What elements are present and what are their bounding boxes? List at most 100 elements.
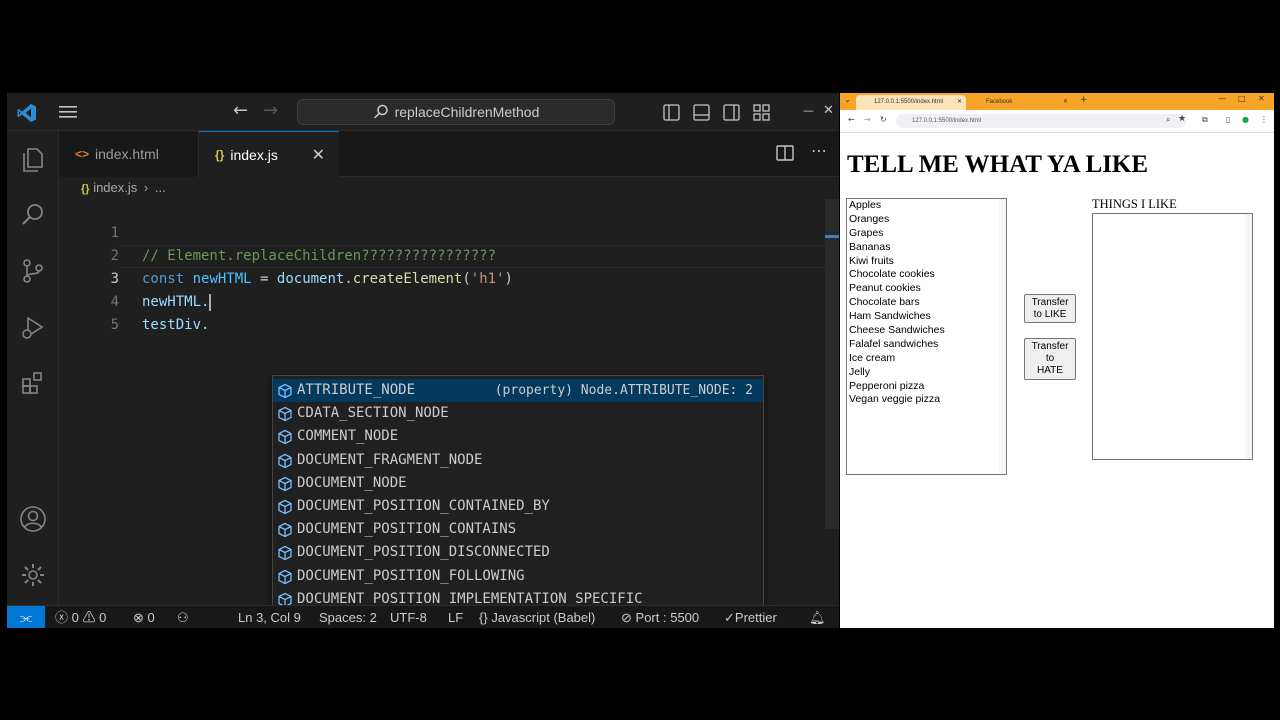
extensions-icon[interactable]: [19, 369, 47, 397]
toggle-primary-sidebar-icon[interactable]: [663, 104, 680, 121]
food-option[interactable]: Falafel sandwiches: [847, 338, 1006, 352]
property-icon: [277, 429, 293, 445]
toggle-secondary-sidebar-icon[interactable]: [723, 104, 740, 121]
extensions-icon[interactable]: ⧉: [1202, 115, 1208, 125]
minimize-icon[interactable]: —: [803, 103, 814, 119]
forward-icon[interactable]: →: [864, 115, 871, 124]
remote-indicator[interactable]: ⫘: [7, 606, 45, 628]
zoom-icon[interactable]: ⌕: [1166, 115, 1170, 125]
accounts-icon[interactable]: [19, 505, 47, 533]
minimize-icon[interactable]: —: [1218, 94, 1226, 103]
indentation[interactable]: Spaces: 2: [319, 606, 377, 628]
new-tab-icon[interactable]: +: [1080, 95, 1088, 105]
food-option[interactable]: Chocolate cookies: [847, 268, 1006, 282]
suggestion-label: DOCUMENT_POSITION_CONTAINED_BY: [297, 498, 550, 514]
tab-index-html[interactable]: <> index.html: [59, 131, 199, 177]
food-option[interactable]: Ham Sandwiches: [847, 310, 1006, 324]
menu-icon[interactable]: [59, 105, 77, 119]
list-scrollbar[interactable]: [999, 199, 1006, 474]
transfer-to-hate-button[interactable]: Transfer to HATE: [1024, 338, 1076, 380]
language-mode[interactable]: {} Javascript (Babel): [479, 606, 595, 628]
suggestion-item[interactable]: DOCUMENT_FRAGMENT_NODE: [273, 449, 763, 472]
run-debug-icon[interactable]: [19, 313, 47, 341]
food-option[interactable]: Vegan veggie pizza: [847, 393, 1006, 407]
like-list-label: THINGS I LIKE: [1092, 197, 1177, 211]
prettier-label: Prettier: [734, 610, 777, 625]
js-file-icon: {}: [81, 183, 90, 195]
close-tab-icon[interactable]: ✕: [312, 145, 325, 165]
debug-icon[interactable]: ⚇: [177, 606, 189, 628]
close-window-icon[interactable]: ✕: [823, 103, 834, 119]
prettier-indicator[interactable]: ✓Prettier: [724, 606, 777, 628]
property-icon: [277, 406, 293, 422]
suggestion-item[interactable]: DOCUMENT_POSITION_CONTAINED_BY: [273, 495, 763, 518]
live-server-port[interactable]: ⊘ Port : 5500: [621, 606, 699, 628]
profile-icon[interactable]: ●: [1242, 115, 1249, 124]
food-option[interactable]: Pepperoni pizza: [847, 380, 1006, 394]
food-list-select[interactable]: Apples Oranges Grapes Bananas Kiwi fruits Cho…: [846, 198, 1007, 475]
braces-icon: {}: [479, 610, 488, 625]
food-option[interactable]: Bananas: [847, 241, 1006, 255]
browser-tab-title: 127.0.0.1:5500/index.html: [874, 99, 944, 105]
more-actions-icon[interactable]: ⋯: [811, 141, 828, 160]
sidebar-icon[interactable]: ▯: [1226, 115, 1230, 124]
problems-indicator[interactable]: ⓧ 0 ⚠ 0: [55, 606, 106, 628]
close-window-icon[interactable]: ✕: [1258, 94, 1265, 103]
bookmark-star-icon[interactable]: ★: [1178, 114, 1186, 124]
address-bar[interactable]: 127.0.0.1:5500/index.html: [896, 114, 1186, 128]
line-ending[interactable]: LF: [448, 606, 463, 628]
url-text: 127.0.0.1:5500/index.html: [912, 118, 982, 124]
suggestion-item[interactable]: ATTRIBUTE_NODE (property) Node.ATTRIBUTE_…: [273, 379, 763, 402]
line-number: 5: [110, 317, 119, 333]
browser-menu-icon[interactable]: ⋮: [1260, 115, 1268, 124]
food-option[interactable]: Chocolate bars: [847, 296, 1006, 310]
notifications-bell-icon[interactable]: 🔔︎: [809, 606, 826, 628]
source-control-icon[interactable]: [19, 257, 47, 285]
browser-tab-local[interactable]: 127.0.0.1:5500/index.html ✕: [856, 95, 966, 110]
back-arrow-icon[interactable]: ←: [233, 102, 248, 120]
vertical-scrollbar[interactable]: [825, 199, 839, 529]
explorer-icon[interactable]: [19, 145, 47, 173]
tab-index-js[interactable]: {} index.js ✕: [199, 131, 339, 177]
split-editor-icon[interactable]: [776, 145, 794, 161]
code-editor[interactable]: 1 // Element.replaceChildren????????????…: [59, 199, 839, 628]
reload-icon[interactable]: ↻: [880, 115, 887, 124]
like-list-select[interactable]: [1092, 213, 1253, 460]
encoding[interactable]: UTF-8: [390, 606, 427, 628]
js-file-icon: {}: [215, 147, 225, 162]
suggestion-item[interactable]: DOCUMENT_POSITION_FOLLOWING: [273, 565, 763, 588]
tab-search-icon[interactable]: ⌄: [844, 95, 851, 104]
customize-layout-icon[interactable]: [753, 104, 770, 121]
food-option[interactable]: Jelly: [847, 366, 1006, 380]
code-line: 4 testDiv.: [59, 268, 839, 333]
food-option[interactable]: Oranges: [847, 213, 1006, 227]
food-option[interactable]: Cheese Sandwiches: [847, 324, 1006, 338]
toggle-panel-icon[interactable]: [693, 104, 710, 121]
command-center-search[interactable]: replaceChildrenMethod: [297, 99, 615, 125]
close-tab-icon[interactable]: ✕: [957, 95, 962, 110]
browser-tab-facebook[interactable]: Facebook ✕: [968, 95, 1072, 110]
manage-gear-icon[interactable]: [19, 561, 47, 589]
close-tab-icon[interactable]: ✕: [1063, 95, 1068, 110]
suggestion-item[interactable]: CDATA_SECTION_NODE: [273, 402, 763, 425]
food-option[interactable]: Kiwi fruits: [847, 255, 1006, 269]
food-option[interactable]: Grapes: [847, 227, 1006, 241]
suggestion-item[interactable]: COMMENT_NODE: [273, 425, 763, 448]
suggestion-item[interactable]: DOCUMENT_NODE: [273, 472, 763, 495]
back-icon[interactable]: ←: [848, 115, 855, 124]
forward-arrow-icon[interactable]: →: [263, 102, 278, 120]
breadcrumb-file[interactable]: index.js: [93, 180, 137, 195]
cursor-position[interactable]: Ln 3, Col 9: [238, 606, 301, 628]
ports-indicator[interactable]: ⊗ 0: [133, 606, 155, 628]
search-icon[interactable]: [19, 201, 47, 229]
transfer-to-like-button[interactable]: Transfer to LIKE: [1024, 294, 1076, 323]
maximize-icon[interactable]: □: [1238, 94, 1246, 103]
list-scrollbar[interactable]: [1245, 214, 1252, 459]
property-icon: [277, 569, 293, 585]
food-option[interactable]: Ice cream: [847, 352, 1006, 366]
suggestion-item[interactable]: DOCUMENT_POSITION_DISCONNECTED: [273, 541, 763, 564]
breadcrumb-symbol[interactable]: ...: [155, 180, 166, 195]
suggestion-item[interactable]: DOCUMENT_POSITION_CONTAINS: [273, 518, 763, 541]
food-option[interactable]: Peanut cookies: [847, 282, 1006, 296]
food-option[interactable]: Apples: [847, 199, 1006, 213]
